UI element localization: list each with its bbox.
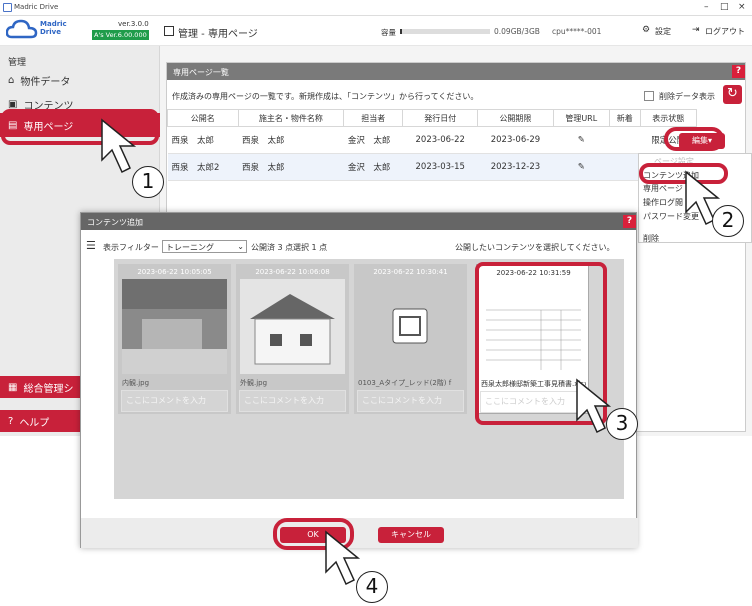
logout-icon[interactable]: ⇥ [692, 25, 700, 35]
cell: 2023-12-23 [477, 153, 554, 181]
page-title: 管理 - 専用ページ [178, 29, 258, 40]
menu-icon[interactable]: ☰ [86, 239, 96, 252]
comment-input[interactable]: ここにコメントを入力 [121, 390, 228, 412]
sidebar-section-title: 管理 [8, 58, 27, 68]
deleted-toggle-label: 削除データ表示 [659, 92, 715, 101]
sidebar-item-property[interactable]: ⌂ 物件データ [0, 68, 160, 92]
cell [609, 153, 641, 181]
chevron-down-icon: ⌄ [237, 242, 244, 251]
dialog-header: コンテンツ追加 [81, 213, 636, 230]
admin-icon: ▦ [8, 381, 18, 393]
help-button[interactable]: ? [732, 65, 745, 78]
content-card[interactable]: 2023-06-22 10:06:08 外観.jpg ここにコメントを入力 [236, 264, 349, 414]
app-icon [3, 3, 12, 12]
capacity-bar [400, 29, 490, 34]
menu-item-operation-log[interactable]: 操作ログ閲 [643, 197, 683, 208]
window-title: Madric Drive [14, 3, 59, 11]
panel-description: 作成済みの専用ページの一覧です。新規作成は、「コンテンツ」から行ってください。 [172, 92, 479, 101]
logo-cloud-icon [6, 19, 38, 39]
selected-count: 選択 1 点 [293, 243, 328, 252]
col-header: 発行日付 [402, 109, 479, 127]
card-timestamp: 2023-06-22 10:05:05 [137, 268, 212, 276]
close-button[interactable]: × [738, 2, 746, 12]
page-icon [164, 26, 174, 36]
help-circle-icon: ? [8, 415, 14, 427]
step-number-4: 4 [356, 571, 388, 603]
card-filename: 外観.jpg [240, 379, 268, 387]
table-header-row: 公開名 施主名・物件名称 担当者 発行日付 公開期限 管理URL 新着 表示状態 [167, 109, 698, 127]
step-number-2: 2 [712, 205, 744, 237]
panel-header: 専用ページ一覧 [167, 63, 745, 80]
comment-input[interactable]: ここにコメントを入力 [357, 390, 464, 412]
panel-title: 専用ページ一覧 [173, 68, 229, 77]
col-header: 新着 [608, 109, 641, 127]
col-header: 公開名 [167, 109, 239, 127]
deleted-checkbox[interactable] [644, 91, 654, 101]
col-header: 施主名・物件名称 [237, 109, 345, 127]
cell: 2023-06-29 [477, 126, 554, 154]
cpu-label: cpu*****-001 [552, 27, 602, 36]
step-number-1: 1 [132, 166, 164, 198]
exterior-photo-icon [240, 279, 345, 374]
table-row[interactable]: 西泉 太郎 西泉 太郎 金沢 太郎 2023-06-22 2023-06-29 … [167, 126, 697, 154]
col-header: 担当者 [343, 109, 404, 127]
card-timestamp: 2023-06-22 10:06:08 [255, 268, 330, 276]
menu-item-delete[interactable]: 削除 [643, 233, 659, 244]
cell: 西泉 太郎 [238, 153, 344, 181]
cell: 2023-06-22 [402, 126, 478, 154]
col-header: 表示状態 [639, 109, 698, 127]
minimize-button[interactable]: – [704, 2, 709, 12]
cell: 2023-03-15 [402, 153, 478, 181]
cell: 西泉 太郎 [238, 126, 344, 154]
comment-input[interactable]: ここにコメントを入力 [239, 390, 346, 412]
menu-item-dedicated-page[interactable]: 専用ページ [643, 183, 683, 194]
sidebar-item-label: ヘルプ [19, 417, 50, 429]
filter-select[interactable]: トレーニング ⌄ [162, 240, 247, 253]
floorplan-file-icon [358, 279, 463, 374]
published-count: 公開済 3 点 [251, 243, 294, 252]
settings-icon[interactable]: ⚙ [642, 25, 650, 35]
sidebar-item-label: 総合管理シ [23, 383, 74, 395]
card-filename: 0103_Aタイプ_レッド(2階) f [358, 379, 452, 387]
image-icon: ▣ [8, 98, 18, 110]
cell: 西泉 太郎2 [167, 153, 239, 181]
table-row[interactable]: 西泉 太郎2 西泉 太郎 金沢 太郎 2023-03-15 2023-12-23… [167, 153, 697, 181]
card-timestamp: 2023-06-22 10:30:41 [373, 268, 448, 276]
content-card[interactable]: 2023-06-22 10:30:41 0103_Aタイプ_レッド(2階) f … [354, 264, 467, 414]
capacity-value: 0.09GB/3GB [494, 27, 540, 36]
home-icon: ⌂ [8, 74, 15, 86]
maximize-button[interactable]: □ [720, 2, 729, 12]
version-label: ver.3.0.0 [118, 20, 149, 28]
refresh-icon[interactable]: ↻ [723, 85, 742, 104]
app-header: Madric Drive ver.3.0.0 A's Ver.6.00.000 … [0, 16, 752, 46]
filter-value: トレーニング [166, 243, 214, 252]
settings-link[interactable]: 設定 [655, 26, 671, 37]
col-header: 管理URL [552, 109, 610, 127]
step-number-3: 3 [606, 408, 638, 440]
interior-photo-icon [122, 279, 227, 374]
cell [609, 126, 641, 154]
window-titlebar: Madric Drive – □ × [0, 0, 752, 16]
filter-label: 表示フィルター [103, 243, 159, 252]
dialog-title: コンテンツ追加 [87, 218, 143, 227]
page-table: 公開名 施主名・物件名称 担当者 発行日付 公開期限 管理URL 新着 表示状態… [167, 109, 698, 181]
edit-url-icon[interactable]: ✎ [553, 153, 610, 181]
as-version-badge: A's Ver.6.00.000 [92, 30, 149, 40]
col-header: 公開期限 [477, 109, 554, 127]
cancel-button[interactable]: キャンセル [378, 527, 444, 543]
cell: 金沢 太郎 [343, 126, 403, 154]
capacity-label: 容量 [381, 28, 396, 37]
callout-highlight [664, 127, 724, 151]
edit-url-icon[interactable]: ✎ [553, 126, 610, 154]
card-filename: 内観.jpg [122, 379, 150, 387]
content-card[interactable]: 2023-06-22 10:05:05 内観.jpg ここにコメントを入力 [118, 264, 231, 414]
sidebar-item-label: 物件データ [20, 76, 71, 88]
dialog-help-button[interactable]: ? [623, 215, 636, 228]
logout-link[interactable]: ログアウト [705, 26, 745, 37]
instruction-text: 公開したいコンテンツを選択してください。 [455, 243, 615, 252]
cell: 西泉 太郎 [167, 126, 239, 154]
cell: 金沢 太郎 [343, 153, 403, 181]
logo-text: Madric Drive [40, 20, 67, 36]
